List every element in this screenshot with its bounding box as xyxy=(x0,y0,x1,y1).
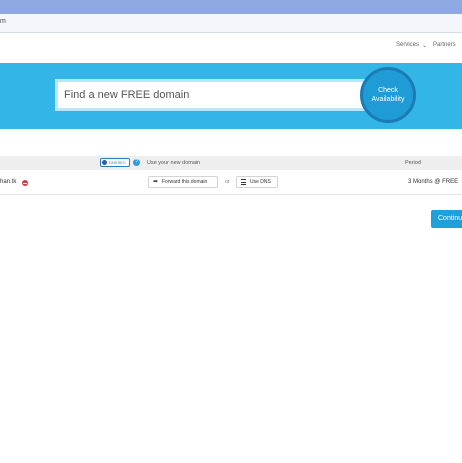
header-period: Period xyxy=(405,160,421,166)
check-availability-label: Check Availability xyxy=(371,87,405,103)
or-separator: or xyxy=(225,179,230,185)
check-availability-button[interactable]: Check Availability xyxy=(360,67,416,123)
dnssec-badge-text: DNSSEC xyxy=(109,160,126,165)
domain-search-input[interactable] xyxy=(64,82,354,108)
search-box xyxy=(55,79,367,111)
forward-domain-button[interactable]: ➦ Forward this domain xyxy=(148,176,218,188)
top-nav: Services ⌄ Partners xyxy=(0,33,462,63)
continue-button[interactable]: Continue xyxy=(431,210,462,228)
table-row: han.tk ➦ Forward this domain or Use DNS … xyxy=(0,170,462,195)
header-use-new-domain: Use your new domain xyxy=(147,160,201,166)
use-dns-label: Use DNS xyxy=(250,179,271,185)
dnssec-badge: DNSSEC xyxy=(100,158,130,167)
remove-icon[interactable] xyxy=(22,180,28,186)
period-value[interactable]: 3 Months @ FREE xyxy=(408,179,458,185)
forward-icon: ➦ xyxy=(153,179,159,185)
search-hero: Check Availability xyxy=(0,63,462,129)
forward-domain-label: Forward this domain xyxy=(162,179,208,185)
chevron-down-icon: ⌄ xyxy=(422,43,428,49)
help-icon[interactable]: ? xyxy=(133,159,140,166)
nav-partners-link[interactable]: Partners xyxy=(433,42,456,48)
address-text: m xyxy=(0,18,6,25)
browser-title-bar xyxy=(0,0,462,14)
address-bar[interactable]: m xyxy=(0,14,462,33)
nav-services-link[interactable]: Services xyxy=(396,42,419,48)
table-header: DNSSEC ? Use your new domain Period xyxy=(0,156,462,170)
domain-name: han.tk xyxy=(0,179,17,185)
use-dns-button[interactable]: Use DNS xyxy=(236,176,278,188)
list-icon xyxy=(241,179,246,185)
